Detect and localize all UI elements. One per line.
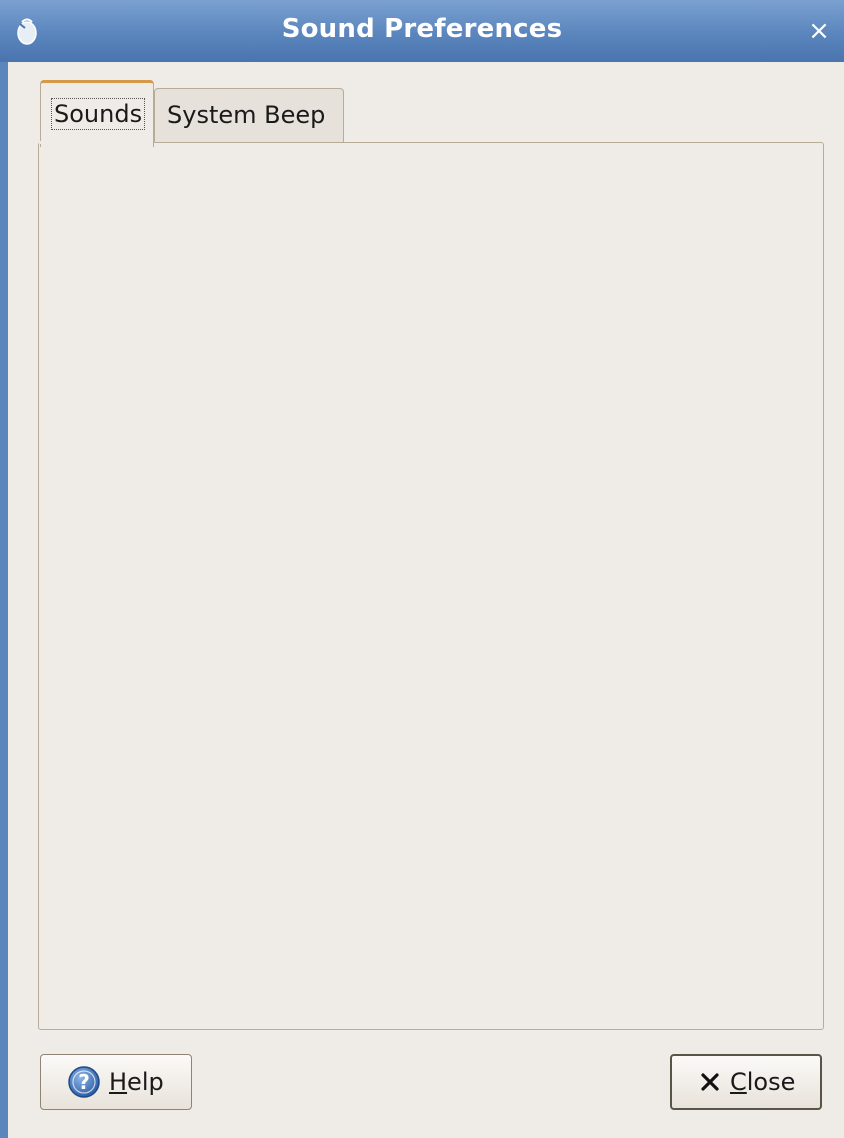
help-icon: ?	[68, 1066, 100, 1098]
close-label: Close	[730, 1068, 796, 1096]
dialog-content: Sounds System Beep ✔Enable software soun…	[8, 62, 844, 1138]
tab-label: System Beep	[167, 101, 326, 129]
tab-label: Sounds	[51, 98, 146, 130]
tab-system-beep[interactable]: System Beep	[154, 88, 344, 143]
window-close-icon[interactable]: ×	[804, 16, 834, 46]
close-button[interactable]: Close	[670, 1054, 822, 1110]
help-button[interactable]: ? Help	[40, 1054, 192, 1110]
help-label: Help	[109, 1068, 164, 1096]
svg-text:?: ?	[78, 1070, 90, 1094]
window-frame-left	[0, 62, 8, 1138]
sounds-panel	[38, 142, 824, 1030]
titlebar: Sound Preferences ×	[0, 0, 844, 63]
tab-sounds[interactable]: Sounds	[40, 80, 154, 147]
close-icon	[701, 1073, 719, 1091]
window-title: Sound Preferences	[281, 14, 563, 44]
